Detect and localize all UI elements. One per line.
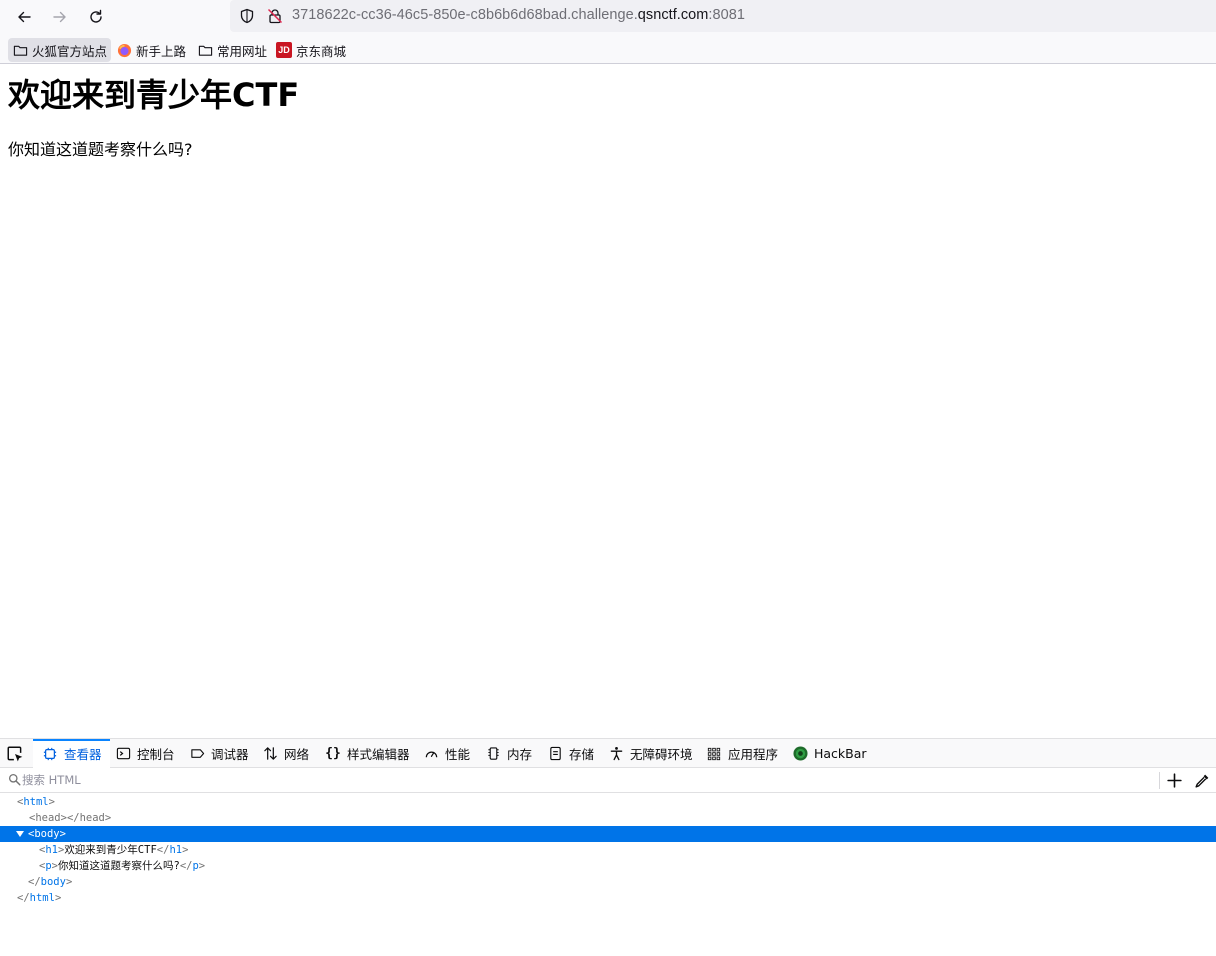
element-picker-icon[interactable] <box>6 745 24 763</box>
tab-style-editor[interactable]: {} 样式编辑器 <box>325 739 410 768</box>
style-editor-icon: {} <box>325 746 341 761</box>
application-icon <box>706 746 722 762</box>
markup-node-html[interactable]: <html> <box>0 794 1216 810</box>
markup-node-body[interactable]: <body> <box>0 826 1216 842</box>
tag-name: head <box>79 812 105 824</box>
tab-performance[interactable]: 性能 <box>423 739 470 768</box>
divider <box>1159 772 1160 789</box>
tab-label: 存储 <box>569 747 595 762</box>
tab-storage[interactable]: 存储 <box>547 739 594 768</box>
tab-label: 性能 <box>445 747 471 762</box>
bookmark-label: 京东商城 <box>296 43 347 59</box>
tab-label: 应用程序 <box>728 747 779 762</box>
bookmark-label: 火狐官方站点 <box>32 43 108 59</box>
bookmark-firefox-official[interactable]: 火狐官方站点 <box>8 38 112 62</box>
html-search-input[interactable] <box>22 771 1142 789</box>
url-text[interactable]: 3718622c-cc36-46c5-850e-c8b6b6d68bad.cha… <box>292 7 745 23</box>
bookmark-label: 新手上路 <box>136 43 187 59</box>
memory-icon <box>485 746 501 762</box>
navigation-toolbar: 3718622c-cc36-46c5-850e-c8b6b6d68bad.cha… <box>0 0 1216 34</box>
network-icon <box>262 746 278 762</box>
markup-node-head[interactable]: <head></head> <box>0 810 1216 826</box>
arrow-left-icon <box>18 11 31 23</box>
back-button[interactable] <box>10 3 38 31</box>
tab-label: HackBar <box>814 746 867 761</box>
folder-icon <box>12 42 28 58</box>
arrow-right-icon <box>53 11 66 23</box>
node-text: 你知道这道题考察什么吗? <box>57 860 180 872</box>
console-icon <box>115 746 131 762</box>
tag-name: head <box>35 812 61 824</box>
expand-twisty-icon[interactable] <box>16 831 24 837</box>
url-bar[interactable]: 3718622c-cc36-46c5-850e-c8b6b6d68bad.cha… <box>230 0 1216 32</box>
tab-accessibility[interactable]: 无障碍环境 <box>608 739 693 768</box>
tab-application[interactable]: 应用程序 <box>706 739 778 768</box>
tag-name: html <box>29 892 55 904</box>
html-search-bar <box>0 768 1216 793</box>
tab-hackbar[interactable]: HackBar <box>792 739 867 768</box>
markup-node-body-close[interactable]: </body> <box>0 874 1216 890</box>
tag-name: html <box>23 796 49 808</box>
page-heading: 欢迎来到青少年CTF <box>8 76 300 114</box>
insecure-lock-icon[interactable] <box>267 8 283 24</box>
folder-icon <box>197 42 213 58</box>
search-icon <box>8 773 21 786</box>
page-paragraph: 你知道这道题考察什么吗? <box>8 140 193 159</box>
url-port: :8081 <box>708 7 745 23</box>
debugger-icon <box>189 746 205 762</box>
tab-inspector[interactable]: 查看器 <box>33 739 110 768</box>
tab-memory[interactable]: 内存 <box>485 739 532 768</box>
markup-node-html-close[interactable]: </html> <box>0 890 1216 906</box>
eyedropper-icon[interactable] <box>1194 772 1211 789</box>
devtools-panel: 查看器 控制台 调试器 网络 {} 样式编辑器 性能 内存 存储 无障碍环境 应… <box>0 738 1216 956</box>
forward-button[interactable] <box>46 3 74 31</box>
tab-label: 无障碍环境 <box>630 747 693 762</box>
tab-label: 控制台 <box>137 747 175 762</box>
bookmarks-toolbar: 火狐官方站点 新手上路 常用网址 JD 京东商城 <box>0 34 1216 64</box>
bookmark-common-sites[interactable]: 常用网址 <box>193 38 271 62</box>
bookmark-label: 常用网址 <box>217 43 268 59</box>
shield-icon[interactable] <box>239 8 255 24</box>
tag-name: h1 <box>169 844 183 856</box>
markup-node-p[interactable]: <p>你知道这道题考察什么吗?</p> <box>0 858 1216 874</box>
tab-label: 查看器 <box>64 747 102 762</box>
jd-icon: JD <box>276 42 292 58</box>
url-domain: qsnctf.com <box>637 7 709 23</box>
devtools-tab-bar: 查看器 控制台 调试器 网络 {} 样式编辑器 性能 内存 存储 无障碍环境 应… <box>0 739 1216 768</box>
inspector-icon <box>42 746 58 762</box>
tab-label: 调试器 <box>211 747 249 762</box>
tag-name: body <box>34 828 60 840</box>
url-prefix: 3718622c-cc36-46c5-850e-c8b6b6d68bad.cha… <box>292 7 638 23</box>
reload-button[interactable] <box>82 3 110 31</box>
bookmark-getting-started[interactable]: 新手上路 <box>112 38 190 62</box>
reload-icon <box>90 9 102 23</box>
hackbar-icon <box>792 746 808 762</box>
storage-icon <box>547 746 563 762</box>
tab-label: 样式编辑器 <box>347 747 410 762</box>
tag-name: h1 <box>45 844 58 856</box>
firefox-icon <box>116 42 132 58</box>
page-content: 欢迎来到青少年CTF 你知道这道题考察什么吗? <box>0 65 1216 738</box>
tab-network[interactable]: 网络 <box>262 739 309 768</box>
tab-label: 网络 <box>284 747 310 762</box>
markup-node-h1[interactable]: <h1>欢迎来到青少年CTF</h1> <box>0 842 1216 858</box>
node-text: 欢迎来到青少年CTF <box>64 844 157 856</box>
tag-name: body <box>40 876 66 888</box>
add-node-icon[interactable] <box>1166 772 1183 789</box>
performance-icon <box>423 746 439 762</box>
tab-label: 内存 <box>507 747 533 762</box>
markup-view: <html> <head></head> <body> <h1>欢迎来到青少年C… <box>0 794 1216 956</box>
tab-console[interactable]: 控制台 <box>115 739 175 768</box>
tab-debugger[interactable]: 调试器 <box>189 739 249 768</box>
accessibility-icon <box>608 746 624 762</box>
bookmark-jd-mall[interactable]: JD 京东商城 <box>272 38 350 62</box>
